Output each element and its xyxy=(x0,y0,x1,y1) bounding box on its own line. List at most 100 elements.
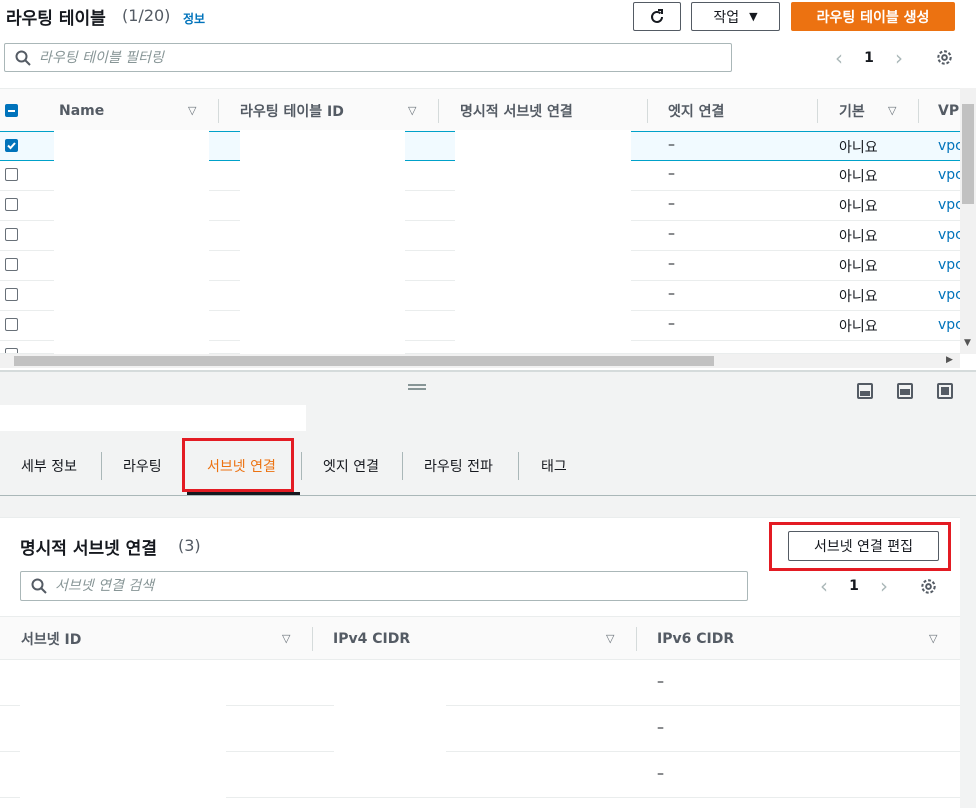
redacted-area xyxy=(240,130,405,354)
main-cell: 아니요 xyxy=(839,169,878,185)
next-page-icon[interactable]: › xyxy=(873,574,895,598)
refresh-icon xyxy=(651,8,663,23)
column-divider xyxy=(218,99,219,123)
ipv6-cell: – xyxy=(657,720,664,736)
info-link[interactable]: 정보 xyxy=(183,10,205,27)
create-route-table-button[interactable]: 라우팅 테이블 생성 xyxy=(791,2,955,31)
main-cell: 아니요 xyxy=(839,140,878,156)
column-name[interactable]: Name xyxy=(59,89,104,133)
subnet-pagination: ‹ 1 › xyxy=(813,574,895,598)
column-ipv4-cidr[interactable]: IPv4 CIDR xyxy=(333,617,410,661)
select-all-checkbox[interactable] xyxy=(5,104,18,117)
tab-routes[interactable]: 라우팅 xyxy=(123,436,162,496)
filter-input[interactable] xyxy=(39,49,684,66)
panel-side-icon[interactable] xyxy=(897,383,913,399)
prev-page-icon[interactable]: ‹ xyxy=(813,574,835,598)
sort-icon[interactable]: ▽ xyxy=(408,104,416,117)
sort-icon[interactable]: ▽ xyxy=(929,632,937,645)
main-cell: 아니요 xyxy=(839,259,878,275)
section-count: (3) xyxy=(178,536,201,555)
row-checkbox[interactable] xyxy=(5,168,18,181)
sort-icon[interactable]: ▽ xyxy=(282,632,290,645)
redacted-area xyxy=(20,694,226,804)
highlight-box xyxy=(182,438,294,492)
drag-handle-icon[interactable] xyxy=(408,384,426,390)
tab-edge-associations[interactable]: 엣지 연결 xyxy=(323,436,379,496)
horizontal-scrollbar-thumb[interactable] xyxy=(14,356,714,366)
caret-down-icon: ▼ xyxy=(749,10,758,23)
next-page-icon[interactable]: › xyxy=(888,46,910,70)
page-number[interactable]: 1 xyxy=(835,578,873,594)
subnet-association-search[interactable] xyxy=(20,571,748,601)
tab-divider xyxy=(402,452,403,480)
column-divider xyxy=(438,99,439,123)
edge-cell: – xyxy=(668,256,675,272)
tab-route-propagation[interactable]: 라우팅 전파 xyxy=(424,436,493,496)
column-explicit-subnet[interactable]: 명시적 서브넷 연결 xyxy=(460,89,573,133)
section-title: 명시적 서브넷 연결 xyxy=(20,539,157,559)
actions-label: 작업 xyxy=(713,9,740,26)
column-route-table-id[interactable]: 라우팅 테이블 ID xyxy=(240,89,344,133)
settings-gear-icon[interactable] xyxy=(935,48,954,67)
subnet-table-header: 서브넷 ID ▽ IPv4 CIDR ▽ IPv6 CIDR ▽ xyxy=(0,616,960,660)
main-cell: 아니요 xyxy=(839,289,878,305)
pagination: ‹ 1 › xyxy=(828,46,910,70)
tab-divider xyxy=(301,452,302,480)
column-vpc[interactable]: VP xyxy=(938,89,959,133)
split-panel-divider[interactable] xyxy=(0,370,976,372)
main-cell: 아니요 xyxy=(839,319,878,335)
page-title: 라우팅 테이블 xyxy=(6,9,106,29)
route-table-filter[interactable] xyxy=(4,43,732,72)
edge-cell: – xyxy=(668,286,675,302)
column-main[interactable]: 기본 xyxy=(839,89,865,133)
search-icon xyxy=(15,50,31,66)
route-table-header: Name ▽ 라우팅 테이블 ID ▽ 명시적 서브넷 연결 엣지 연결 기본 … xyxy=(0,88,960,132)
vertical-scrollbar-thumb[interactable] xyxy=(962,104,974,204)
edge-cell: – xyxy=(668,316,675,332)
selection-count: (1/20) xyxy=(122,6,171,25)
main-cell: 아니요 xyxy=(839,229,878,245)
active-tab-indicator xyxy=(187,492,300,495)
redacted-area xyxy=(455,130,631,342)
column-ipv6-cidr[interactable]: IPv6 CIDR xyxy=(657,617,734,661)
search-icon xyxy=(31,578,47,594)
check-icon xyxy=(7,142,16,150)
sort-icon[interactable]: ▽ xyxy=(606,632,614,645)
column-divider xyxy=(817,99,818,123)
column-subnet-id[interactable]: 서브넷 ID xyxy=(21,617,81,661)
redacted-area xyxy=(0,405,306,431)
row-checkbox[interactable] xyxy=(5,258,18,271)
redacted-area xyxy=(334,684,446,774)
panel-full-icon[interactable] xyxy=(937,383,953,399)
panel-bottom-icon[interactable] xyxy=(857,383,873,399)
sort-icon[interactable]: ▽ xyxy=(888,104,896,117)
highlight-box xyxy=(769,522,951,571)
ipv6-cell: – xyxy=(657,766,664,782)
column-divider xyxy=(918,99,919,123)
row-checkbox[interactable] xyxy=(5,198,18,211)
refresh-button[interactable] xyxy=(633,2,681,31)
detail-tabs: 세부 정보 라우팅 서브넷 연결 엣지 연결 라우팅 전파 태그 xyxy=(0,436,976,496)
column-edge-association[interactable]: 엣지 연결 xyxy=(668,89,724,133)
row-checkbox[interactable] xyxy=(5,139,18,152)
tab-divider xyxy=(101,452,102,480)
column-divider xyxy=(636,627,637,651)
subnet-search-input[interactable] xyxy=(55,578,700,594)
page-number[interactable]: 1 xyxy=(850,50,888,66)
sort-icon[interactable]: ▽ xyxy=(188,104,196,117)
scroll-right-arrow-icon[interactable]: ▶ xyxy=(946,355,953,365)
tab-tags[interactable]: 태그 xyxy=(541,436,567,496)
row-checkbox[interactable] xyxy=(5,228,18,241)
prev-page-icon[interactable]: ‹ xyxy=(828,46,850,70)
edge-cell: – xyxy=(668,196,675,212)
edge-cell: – xyxy=(668,226,675,242)
row-checkbox[interactable] xyxy=(5,318,18,331)
settings-gear-icon[interactable] xyxy=(919,577,938,596)
column-divider xyxy=(647,99,648,123)
tab-divider xyxy=(518,452,519,480)
tab-details[interactable]: 세부 정보 xyxy=(21,436,77,496)
actions-dropdown[interactable]: 작업 ▼ xyxy=(691,2,780,31)
main-cell: 아니요 xyxy=(839,199,878,215)
row-checkbox[interactable] xyxy=(5,288,18,301)
scroll-down-arrow-icon[interactable]: ▼ xyxy=(964,338,971,348)
